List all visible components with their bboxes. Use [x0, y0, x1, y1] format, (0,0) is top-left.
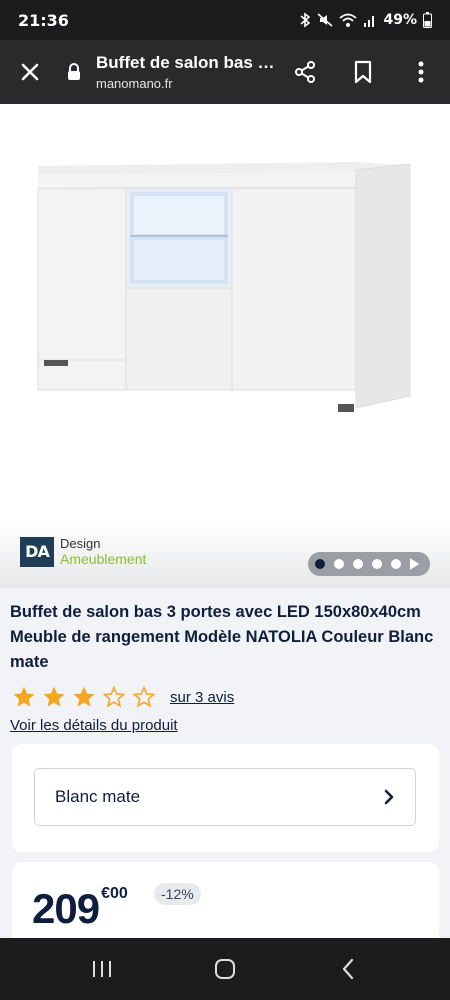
bluetooth-icon	[299, 12, 311, 28]
rating-stars	[10, 683, 158, 711]
product-rating[interactable]: sur 3 avis	[0, 675, 450, 711]
system-nav-bar	[0, 938, 450, 1000]
star-empty-icon	[130, 683, 158, 711]
star-filled-icon	[40, 683, 68, 711]
lock-icon	[62, 63, 86, 81]
product-info: Buffet de salon bas 3 portes avec LED 15…	[0, 588, 450, 734]
brand-logo-mark: DA	[20, 536, 54, 567]
carousel-dot[interactable]	[391, 559, 401, 569]
home-icon[interactable]	[195, 944, 255, 994]
carousel-dot[interactable]	[353, 559, 363, 569]
page-title: Buffet de salon bas 3 portes avec LED 15…	[96, 53, 276, 72]
price-integer: 209	[32, 885, 100, 932]
brand-line-2: Ameublement	[60, 551, 147, 567]
product-image	[37, 162, 411, 412]
recent-apps-icon[interactable]	[72, 944, 132, 994]
carousel-dot[interactable]	[315, 559, 325, 569]
variant-selector[interactable]: Blanc mate	[34, 768, 416, 826]
back-icon[interactable]	[318, 944, 378, 994]
carousel-next-icon[interactable]	[410, 558, 419, 570]
mute-icon	[317, 12, 334, 28]
battery-icon	[423, 12, 432, 28]
share-icon[interactable]	[276, 40, 334, 104]
status-icons: 49%	[299, 12, 432, 28]
bookmark-icon[interactable]	[334, 40, 392, 104]
address-bar[interactable]: Buffet de salon bas 3 portes avec LED 15…	[86, 53, 276, 91]
battery-label: 49%	[383, 12, 417, 28]
star-filled-icon	[10, 683, 38, 711]
brand-logo: DA Design Ameublement	[20, 536, 146, 567]
price-decimal: €00	[101, 885, 128, 902]
brand-line-1: Design	[60, 536, 101, 551]
variant-card: Blanc mate	[12, 744, 439, 852]
carousel-indicator[interactable]	[308, 552, 430, 576]
carousel-dot[interactable]	[334, 559, 344, 569]
product-title: Buffet de salon bas 3 portes avec LED 15…	[10, 603, 434, 671]
signal-icon	[363, 13, 377, 27]
status-bar: 21:36 49%	[0, 0, 450, 40]
price: 209 €00	[32, 884, 128, 934]
variant-selected-value: Blanc mate	[55, 787, 141, 806]
close-icon[interactable]	[0, 40, 60, 104]
star-empty-icon	[100, 683, 128, 711]
more-vert-icon[interactable]	[392, 40, 450, 104]
carousel-dot[interactable]	[372, 559, 382, 569]
screen: 21:36 49% Buffet de salon bas 3 manomano…	[0, 0, 450, 1000]
discount-badge: -12%	[154, 883, 201, 905]
page-domain: manomano.fr	[96, 76, 173, 91]
reviews-link[interactable]: sur 3 avis	[170, 689, 234, 706]
brand-logo-text: Design Ameublement	[60, 536, 146, 567]
product-gallery[interactable]: DA Design Ameublement	[0, 104, 450, 588]
product-details-link[interactable]: Voir les détails du produit	[0, 711, 450, 734]
star-filled-icon	[70, 683, 98, 711]
status-time: 21:36	[18, 10, 69, 30]
wifi-icon	[339, 12, 358, 28]
chevron-right-icon	[383, 789, 395, 805]
browser-toolbar: Buffet de salon bas 3 portes avec LED 15…	[0, 40, 450, 104]
